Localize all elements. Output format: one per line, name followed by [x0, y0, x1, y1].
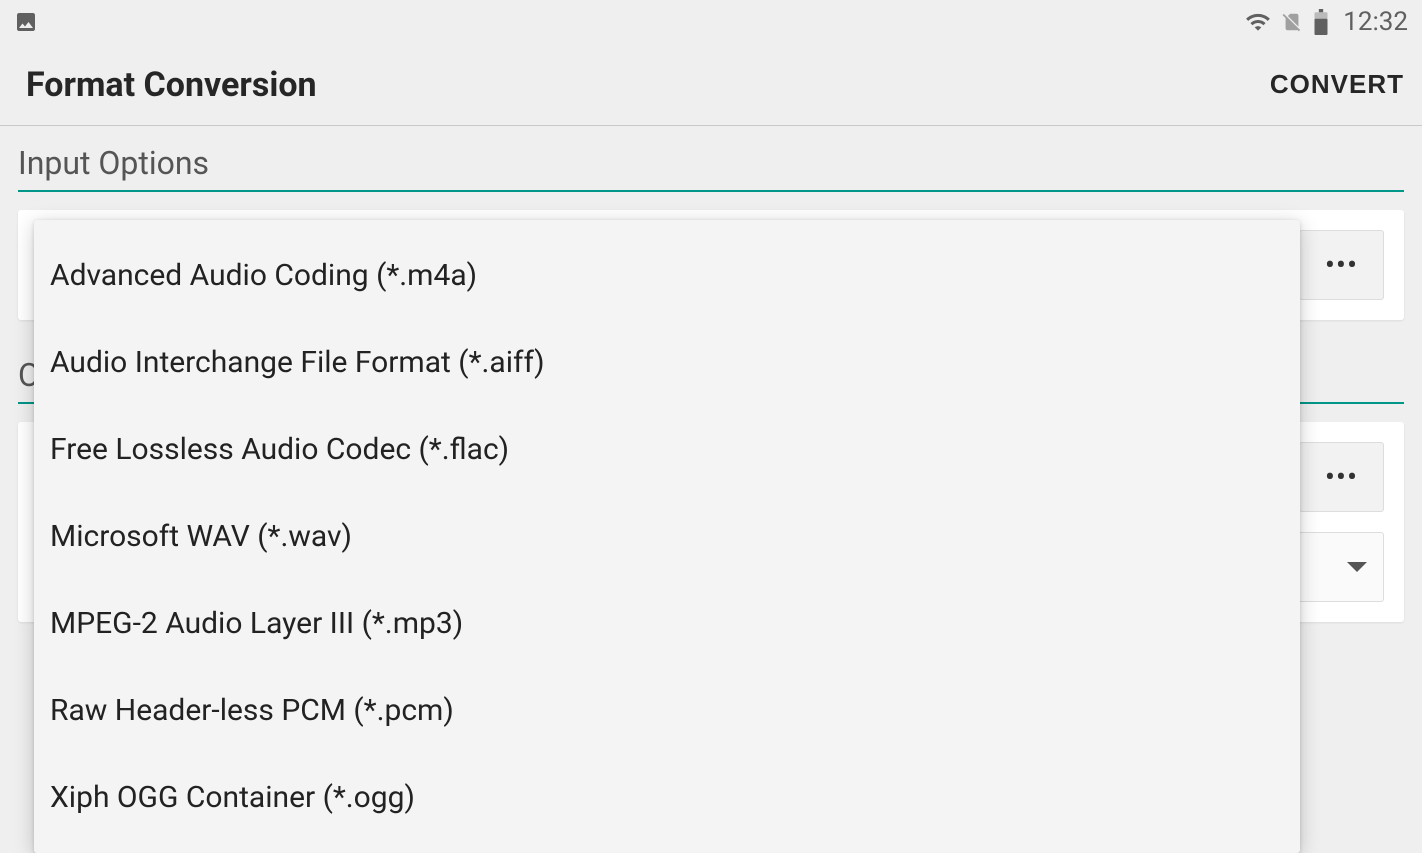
output-browse-button[interactable]: •••: [1299, 442, 1384, 512]
dropdown-item-pcm[interactable]: Raw Header-less PCM (*.pcm): [34, 667, 1300, 754]
app-bar: Format Conversion CONVERT: [0, 44, 1422, 126]
convert-button[interactable]: CONVERT: [1270, 69, 1404, 100]
battery-icon: [1313, 9, 1329, 35]
more-icon: •••: [1325, 460, 1358, 495]
sim-off-icon: [1281, 11, 1303, 33]
wifi-icon: [1245, 9, 1271, 35]
input-browse-button[interactable]: •••: [1299, 230, 1384, 300]
section-header-input: Input Options: [18, 126, 1404, 192]
chevron-down-icon: [1347, 562, 1367, 572]
format-dropdown-menu: Advanced Audio Coding (*.m4a) Audio Inte…: [34, 220, 1300, 853]
dropdown-item-ogg[interactable]: Xiph OGG Container (*.ogg): [34, 754, 1300, 841]
status-left: [14, 10, 38, 34]
more-icon: •••: [1325, 248, 1358, 283]
dropdown-item-mp3[interactable]: MPEG-2 Audio Layer III (*.mp3): [34, 580, 1300, 667]
status-bar: 12:32: [0, 0, 1422, 44]
dropdown-item-flac[interactable]: Free Lossless Audio Codec (*.flac): [34, 406, 1300, 493]
image-icon: [14, 10, 38, 34]
dropdown-item-m4a[interactable]: Advanced Audio Coding (*.m4a): [34, 232, 1300, 319]
page-title: Format Conversion: [26, 65, 317, 105]
status-time: 12:32: [1343, 7, 1408, 37]
dropdown-item-aiff[interactable]: Audio Interchange File Format (*.aiff): [34, 319, 1300, 406]
dropdown-item-wav[interactable]: Microsoft WAV (*.wav): [34, 493, 1300, 580]
status-right: 12:32: [1245, 7, 1408, 37]
